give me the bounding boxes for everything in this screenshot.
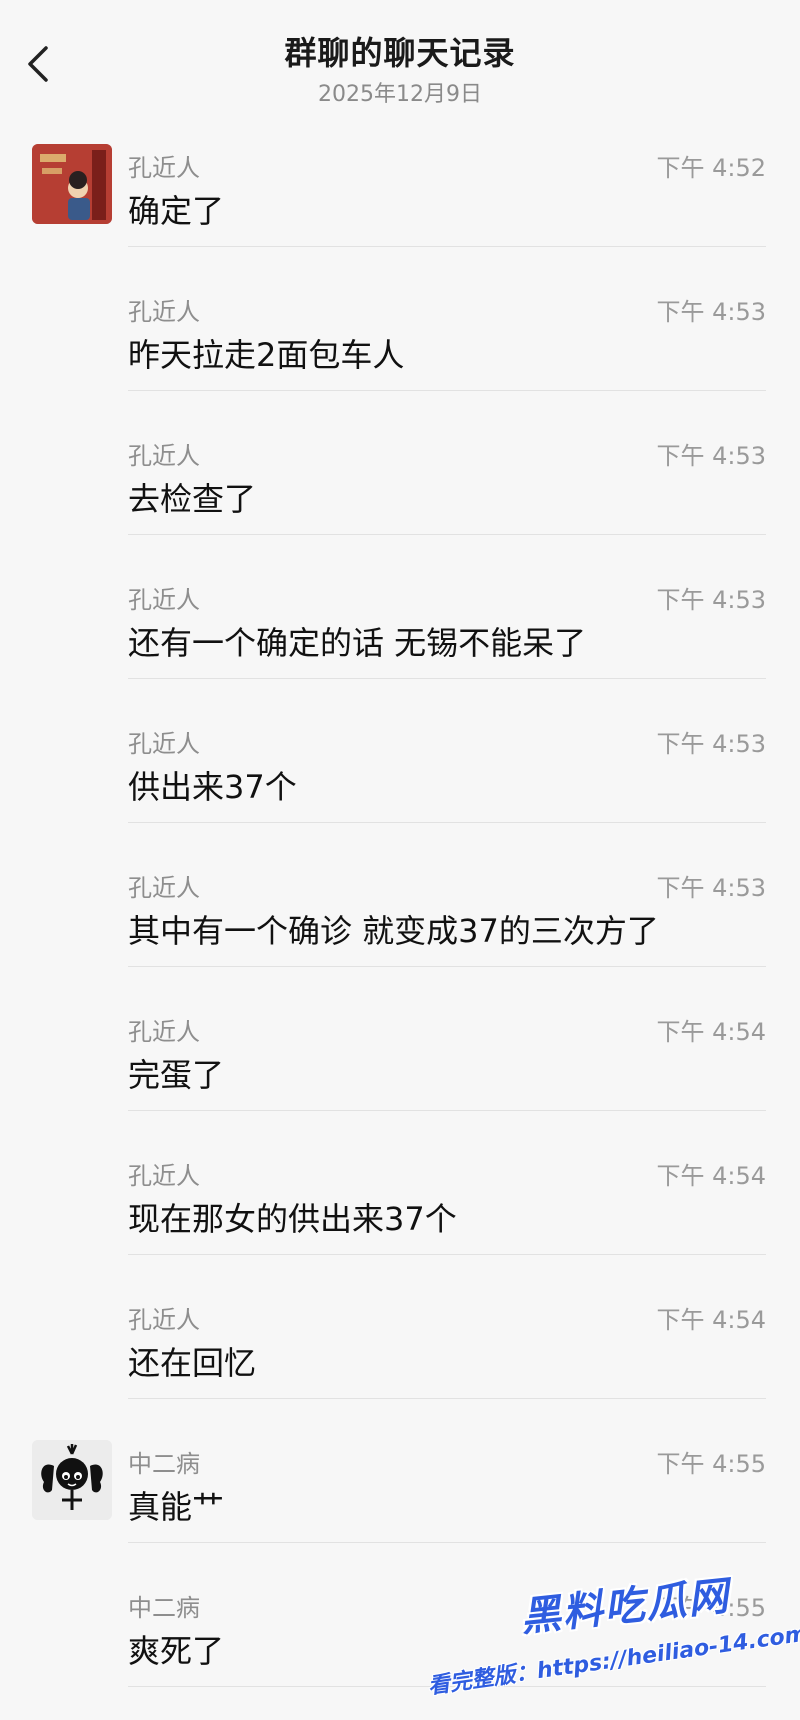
message-time: 下午 4:53 [656,298,766,326]
divider [128,390,766,391]
message-text[interactable]: 其中有一个确诊 就变成37的三次方了 [128,906,659,952]
sender-name: 孔近人 [128,154,200,182]
sender-name: 孔近人 [128,874,200,902]
message-text[interactable]: 真能艹 [128,1482,224,1528]
message-text[interactable]: 供出来37个 [128,762,297,808]
sender-name: 中二病 [128,1594,200,1622]
sender-name: 孔近人 [128,586,200,614]
message-time: 下午 4:53 [656,586,766,614]
chat-message: 孔近人 下午 4:54 现在那女的供出来37个 [0,1144,800,1288]
divider [128,1686,766,1687]
message-time: 下午 4:55 [656,1450,766,1478]
avatar[interactable] [32,144,112,224]
chat-message: 孔近人 下午 4:54 完蛋了 [0,1000,800,1144]
message-text[interactable]: 去检查了 [128,474,256,520]
message-text[interactable]: 昨天拉走2面包车人 [128,330,404,376]
chat-message: 孔近人 下午 4:53 供出来37个 [0,712,800,856]
divider [128,1110,766,1111]
cartoon-girl-avatar-icon [32,1440,112,1520]
sender-name: 孔近人 [128,298,200,326]
sender-name: 孔近人 [128,442,200,470]
message-time: 下午 4:55 [656,1594,766,1622]
sender-name: 孔近人 [128,1306,200,1334]
chat-message: 孔近人 下午 4:53 昨天拉走2面包车人 [0,280,800,424]
chat-message: 孔近人 下午 4:53 还有一个确定的话 无锡不能呆了 [0,568,800,712]
sender-name: 孔近人 [128,730,200,758]
message-text[interactable]: 完蛋了 [128,1050,224,1096]
avatar[interactable] [32,1440,112,1520]
chat-message: 孔近人 下午 4:53 其中有一个确诊 就变成37的三次方了 [0,856,800,1000]
divider [128,246,766,247]
chat-message: 孔近人 下午 4:52 确定了 [0,136,800,280]
message-time: 下午 4:53 [656,730,766,758]
message-time: 下午 4:54 [656,1306,766,1334]
divider [128,1542,766,1543]
divider [128,966,766,967]
sender-name: 中二病 [128,1450,200,1478]
chat-date: 2025年12月9日 [318,82,482,107]
chat-message: 中二病 下午 4:55 爽死了 [0,1576,800,1720]
page-title: 群聊的聊天记录 [284,34,516,72]
message-text[interactable]: 确定了 [128,186,224,232]
divider [128,1398,766,1399]
divider [128,822,766,823]
divider [128,534,766,535]
red-poster-avatar-icon [32,144,112,224]
sender-name: 孔近人 [128,1162,200,1190]
message-text[interactable]: 还有一个确定的话 无锡不能呆了 [128,618,586,664]
message-time: 下午 4:53 [656,442,766,470]
message-text[interactable]: 爽死了 [128,1626,224,1672]
chat-message: 孔近人 下午 4:54 还在回忆 [0,1288,800,1432]
chat-message: 孔近人 下午 4:53 去检查了 [0,424,800,568]
header: 群聊的聊天记录 2025年12月9日 [0,0,800,120]
message-text[interactable]: 还在回忆 [128,1338,256,1384]
message-time: 下午 4:52 [656,154,766,182]
message-time: 下午 4:54 [656,1162,766,1190]
chat-message: 中二病 下午 4:55 真能艹 [0,1432,800,1576]
message-time: 下午 4:54 [656,1018,766,1046]
message-text[interactable]: 现在那女的供出来37个 [128,1194,457,1240]
message-time: 下午 4:53 [656,874,766,902]
sender-name: 孔近人 [128,1018,200,1046]
divider [128,678,766,679]
divider [128,1254,766,1255]
